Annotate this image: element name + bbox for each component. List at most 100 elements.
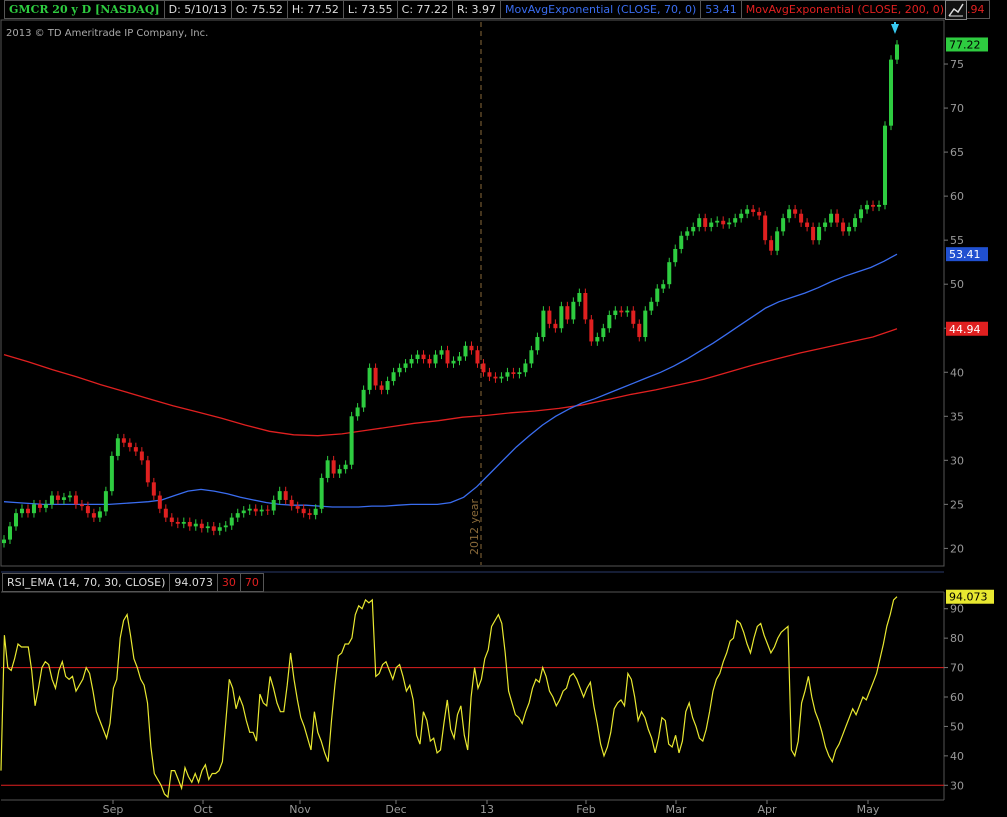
candle-body xyxy=(337,469,342,474)
candle-body xyxy=(157,495,162,509)
rsi-study-label[interactable]: RSI_EMA (14, 70, 30, CLOSE) xyxy=(2,573,171,592)
candle-body xyxy=(589,319,594,342)
price-tick-label: 25 xyxy=(950,498,964,511)
candle-body xyxy=(151,482,156,496)
candle-body xyxy=(487,372,492,377)
candle-body xyxy=(607,315,612,329)
rsi-value-axis-label: 94.073 xyxy=(949,591,988,604)
candle-body xyxy=(271,499,276,511)
candle-body xyxy=(463,345,468,357)
rsi-value-box xyxy=(946,589,994,604)
candle-body xyxy=(529,350,534,364)
candle-body xyxy=(115,438,120,456)
candle-body xyxy=(655,288,660,302)
candle-body xyxy=(415,354,420,360)
candle-body xyxy=(133,447,138,452)
ema200-axis-label-box xyxy=(946,321,988,336)
candle-body xyxy=(229,517,234,526)
candle-body xyxy=(517,372,522,375)
chart-settings-icon[interactable] xyxy=(945,0,967,20)
candle-body xyxy=(505,372,510,377)
ema200-study-label[interactable]: MovAvgExponential (CLOSE, 200, 0) xyxy=(741,0,950,19)
candle-body xyxy=(373,367,378,386)
candle-body xyxy=(37,504,42,508)
candle-body xyxy=(139,451,144,461)
rsi-tick-label: 80 xyxy=(950,632,964,645)
candle-body xyxy=(193,523,198,527)
candle-body xyxy=(613,310,618,316)
candle-body xyxy=(175,521,180,524)
indicator-header: RSI_EMA (14, 70, 30, CLOSE) 94.073 30 70 xyxy=(2,573,264,592)
date-tick-label: Dec xyxy=(385,803,406,816)
candle-body xyxy=(25,508,30,514)
ema200-axis-label: 44.94 xyxy=(949,323,981,336)
candle-body xyxy=(697,218,702,227)
candle-body xyxy=(307,513,312,515)
candle-body xyxy=(61,497,66,500)
price-tick-label: 50 xyxy=(950,278,964,291)
candle-body xyxy=(451,360,456,364)
rsi-tick-label: 90 xyxy=(950,603,964,616)
candle-body xyxy=(559,306,564,329)
candle-body xyxy=(871,204,876,207)
candle-body xyxy=(649,301,654,311)
candle-body xyxy=(103,491,108,512)
candle-body xyxy=(73,495,78,505)
candle-body xyxy=(169,517,174,522)
candle-body xyxy=(817,226,822,241)
candle-body xyxy=(523,363,528,373)
candle-body xyxy=(289,499,294,507)
candle-body xyxy=(679,235,684,249)
ema70-study-label[interactable]: MovAvgExponential (CLOSE, 70, 0) xyxy=(501,0,702,19)
candle-body xyxy=(751,209,756,212)
date-tick-label: Sep xyxy=(103,803,124,816)
candle-body xyxy=(385,381,390,390)
candle-body xyxy=(625,310,630,313)
candle-body xyxy=(745,209,750,214)
candle-body xyxy=(55,495,60,500)
candle-body xyxy=(325,460,330,478)
candle-body xyxy=(331,460,336,474)
rsi-tick-label: 60 xyxy=(950,691,964,704)
candle-body xyxy=(295,506,300,509)
date-tick-label: Feb xyxy=(576,803,595,816)
price-tick-label: 60 xyxy=(950,190,964,203)
candle-body xyxy=(97,511,102,518)
candle-body xyxy=(619,310,624,313)
ema70-axis-label-box xyxy=(946,247,988,262)
high-label: H: 77.52 xyxy=(287,0,344,19)
last-bar-arrow-icon xyxy=(891,24,899,34)
candle-body xyxy=(343,464,348,470)
rsi-oversold-level: 30 xyxy=(217,573,241,592)
candle-body xyxy=(121,438,126,443)
candle-body xyxy=(247,508,252,511)
candle-body xyxy=(79,504,84,507)
candle-body xyxy=(547,310,552,324)
date-tick-label: Mar xyxy=(666,803,687,816)
price-tick-label: 30 xyxy=(950,454,964,467)
candle-body xyxy=(853,218,858,227)
year-marker-label: 2012 year xyxy=(468,498,481,555)
candle-body xyxy=(889,59,894,126)
candle-body xyxy=(883,125,888,205)
low-label: L: 73.55 xyxy=(343,0,398,19)
candle-body xyxy=(265,509,270,511)
candle-body xyxy=(811,226,816,241)
candle-body xyxy=(349,416,354,465)
candle-body xyxy=(667,262,672,285)
candle-body xyxy=(475,350,480,364)
copyright-text: 2013 © TD Ameritrade IP Company, Inc. xyxy=(6,28,208,39)
candle-body xyxy=(391,372,396,382)
candle-body xyxy=(715,220,720,223)
candle-body xyxy=(631,310,636,324)
candle-body xyxy=(895,44,899,60)
candle-body xyxy=(109,455,114,492)
candle-body xyxy=(493,376,498,379)
candle-body xyxy=(721,220,726,225)
symbol-label[interactable]: GMCR 20 y D [NASDAQ] xyxy=(4,0,165,19)
candle-body xyxy=(2,539,6,544)
candle-body xyxy=(43,504,48,508)
price-tick-label: 70 xyxy=(950,102,964,115)
price-tick-label: 40 xyxy=(950,366,964,379)
candle-body xyxy=(211,526,216,531)
